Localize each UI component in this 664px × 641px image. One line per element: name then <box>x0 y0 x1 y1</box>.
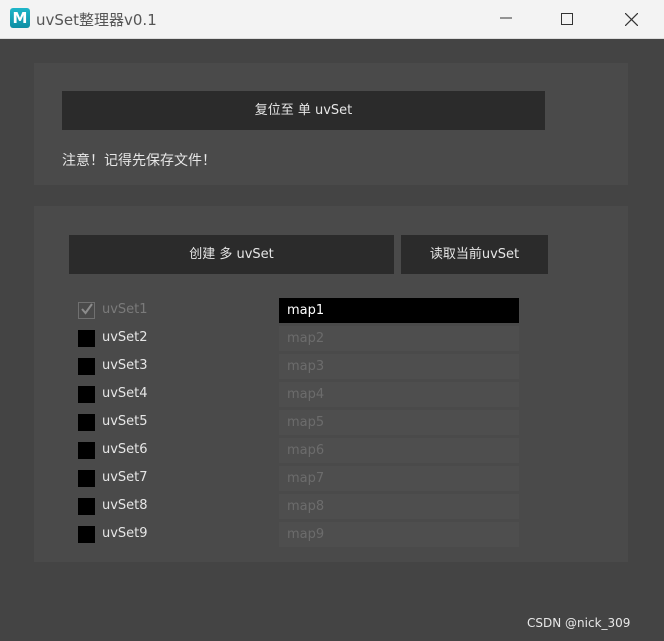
uvset-row: uvSet2 map2 <box>0 326 664 352</box>
reset-single-uvset-button[interactable]: 复位至 单 uvSet <box>62 91 545 130</box>
window-title: uvSet整理器v0.1 <box>36 11 157 29</box>
uvset-row: uvSet5 map5 <box>0 410 664 436</box>
uvset-checkbox[interactable] <box>78 358 95 375</box>
close-button[interactable] <box>608 0 654 38</box>
uv-map-name-field[interactable]: map8 <box>279 494 519 519</box>
uvset-checkbox[interactable] <box>78 470 95 487</box>
read-current-uvset-button[interactable]: 读取当前uvSet <box>401 235 548 274</box>
minimize-button[interactable] <box>483 0 529 38</box>
create-multi-uvset-button[interactable]: 创建 多 uvSet <box>69 235 394 274</box>
uvset-label: uvSet4 <box>102 386 148 401</box>
uvset-row: uvSet8 map8 <box>0 494 664 520</box>
uvset-row: uvSet3 map3 <box>0 354 664 380</box>
uv-map-name-field[interactable]: map1 <box>279 298 519 323</box>
uvset-label: uvSet6 <box>102 442 148 457</box>
uvset-label: uvSet2 <box>102 330 148 345</box>
uvset-checkbox[interactable] <box>78 498 95 515</box>
uvset-tool-window: M uvSet整理器v0.1 复位至 单 uvSet 注意！记得先保存文件！ 创… <box>0 0 664 641</box>
checkmark-icon <box>81 303 93 315</box>
uvset-label: uvSet3 <box>102 358 148 373</box>
uvset-checkbox[interactable] <box>78 442 95 459</box>
uvset-label: uvSet8 <box>102 498 148 513</box>
minimize-icon <box>500 17 512 19</box>
uvset-checkbox[interactable] <box>78 386 95 403</box>
csdn-watermark: CSDN @nick_309 <box>527 616 631 630</box>
uvset-row: uvSet1 map1 <box>0 298 664 324</box>
close-icon <box>625 13 638 26</box>
uvset-label: uvSet7 <box>102 470 148 485</box>
uvset-row: uvSet7 map7 <box>0 466 664 492</box>
uv-map-name-field[interactable]: map2 <box>279 326 519 351</box>
uv-map-name-field[interactable]: map6 <box>279 438 519 463</box>
uvset-row: uvSet4 map4 <box>0 382 664 408</box>
uvset-checkbox[interactable] <box>78 302 95 319</box>
uv-map-name-field[interactable]: map5 <box>279 410 519 435</box>
maya-app-icon: M <box>10 8 30 28</box>
uvset-checkbox[interactable] <box>78 526 95 543</box>
uvset-label: uvSet5 <box>102 414 148 429</box>
uvset-checkbox[interactable] <box>78 414 95 431</box>
save-file-notice: 注意！记得先保存文件！ <box>62 153 216 169</box>
uvset-row: uvSet9 map9 <box>0 522 664 548</box>
uvset-checkbox[interactable] <box>78 330 95 347</box>
uv-map-name-field[interactable]: map3 <box>279 354 519 379</box>
uvset-label: uvSet1 <box>102 302 148 317</box>
uv-map-name-field[interactable]: map7 <box>279 466 519 491</box>
uvset-label: uvSet9 <box>102 526 148 541</box>
uvset-row: uvSet6 map6 <box>0 438 664 464</box>
maximize-button[interactable] <box>544 0 590 38</box>
uv-map-name-field[interactable]: map9 <box>279 522 519 547</box>
uv-map-name-field[interactable]: map4 <box>279 382 519 407</box>
maximize-icon <box>561 13 573 25</box>
title-bar[interactable]: M uvSet整理器v0.1 <box>0 0 664 39</box>
